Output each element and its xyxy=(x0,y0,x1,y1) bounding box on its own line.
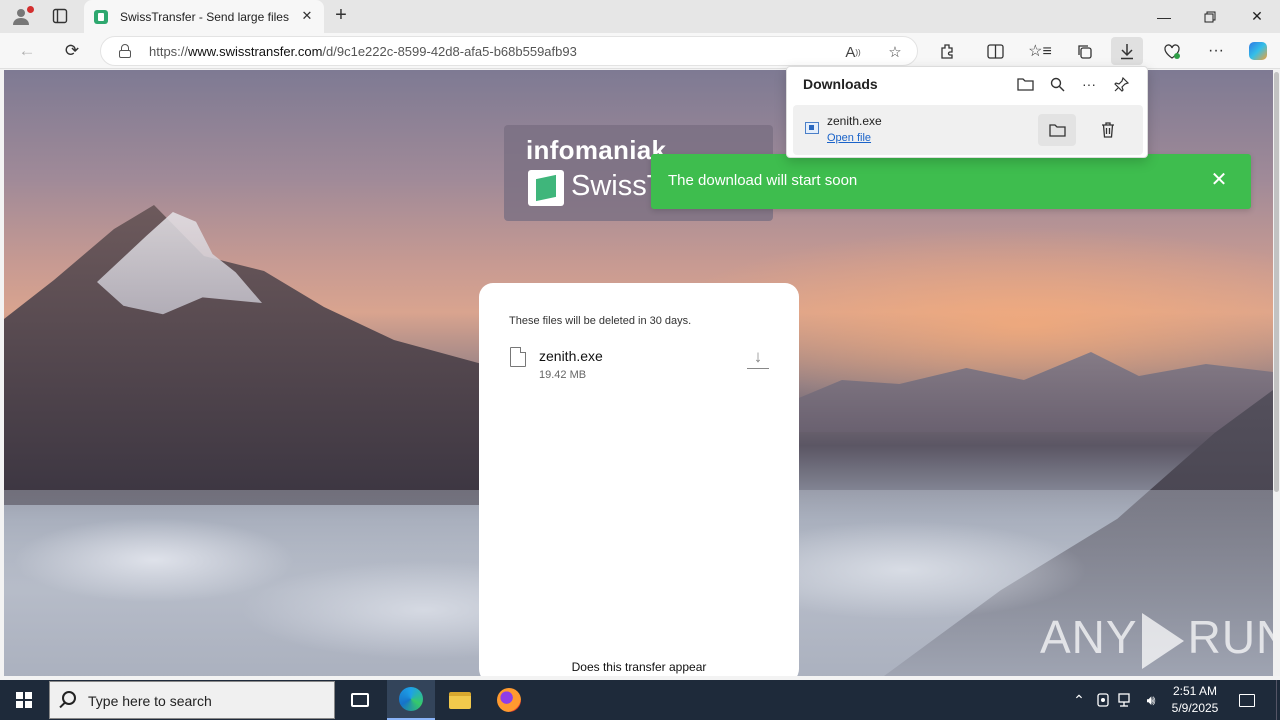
firefox-icon xyxy=(497,688,521,712)
lock-icon xyxy=(119,44,131,58)
start-button[interactable] xyxy=(0,680,48,720)
file-size: 19.42 MB xyxy=(539,369,587,381)
taskbar: Type here to search ⌃ 🔊︎ 2:51 AM 5/9/202… xyxy=(0,680,1280,720)
edge-taskbar-button[interactable] xyxy=(387,680,435,720)
favorite-star-icon[interactable]: ☆ xyxy=(883,41,907,63)
toolbar: ← ⟳ https://www.swisstransfer.com/d/9c1e… xyxy=(0,33,1280,69)
download-toast: The download will start soon ✕ xyxy=(651,154,1251,209)
new-tab-icon[interactable]: + xyxy=(328,3,354,29)
anyrun-watermark: ANYRUN xyxy=(1040,610,1273,669)
play-icon xyxy=(1141,612,1184,669)
back-arrow-icon[interactable]: ← xyxy=(12,37,42,65)
download-item[interactable]: zenith.exe Open file xyxy=(793,105,1143,155)
clock-date: 5/9/2025 xyxy=(1171,701,1219,715)
downloads-more-icon[interactable]: ··· xyxy=(1075,73,1103,95)
background-mountain xyxy=(4,205,504,505)
toast-close-icon[interactable]: ✕ xyxy=(1209,169,1229,191)
read-aloud-icon[interactable]: A)) xyxy=(841,41,865,63)
url-text[interactable]: https://www.swisstransfer.com/d/9c1e222c… xyxy=(149,44,577,59)
file-explorer-button[interactable] xyxy=(436,680,484,720)
tab-title: SwissTransfer - Send large files se xyxy=(120,9,292,24)
open-downloads-folder-icon[interactable] xyxy=(1011,73,1039,95)
network-icon[interactable] xyxy=(1116,680,1136,720)
infomaniak-logo: infomaniak xyxy=(526,135,667,165)
minimize-icon[interactable]: — xyxy=(1141,0,1187,33)
task-view-icon xyxy=(351,693,369,707)
delete-icon[interactable] xyxy=(1089,114,1127,146)
show-desktop-button[interactable] xyxy=(1276,680,1280,720)
close-window-icon[interactable]: ✕ xyxy=(1234,0,1280,33)
swisstransfer-logo-icon xyxy=(528,170,564,206)
refresh-icon[interactable]: ⟳ xyxy=(57,37,87,65)
profile-alert-dot xyxy=(27,6,34,13)
scroll-thumb[interactable] xyxy=(1274,72,1279,492)
extensions-icon[interactable] xyxy=(931,37,963,65)
split-screen-icon[interactable] xyxy=(979,37,1011,65)
system-clock[interactable]: 2:51 AM 5/9/2025 xyxy=(1164,683,1226,717)
copilot-icon xyxy=(1249,42,1267,60)
restore-icon[interactable] xyxy=(1187,0,1233,33)
search-downloads-icon[interactable] xyxy=(1043,73,1071,95)
downloads-title: Downloads xyxy=(803,76,878,92)
favorites-icon[interactable]: ☆≡ xyxy=(1024,37,1056,65)
open-file-link[interactable]: Open file xyxy=(827,132,871,144)
address-bar[interactable]: https://www.swisstransfer.com/d/9c1e222c… xyxy=(100,36,918,66)
task-view-button[interactable] xyxy=(336,680,384,720)
pin-icon[interactable] xyxy=(1107,73,1135,95)
copilot-button[interactable] xyxy=(1242,37,1274,65)
file-name: zenith.exe xyxy=(539,348,603,364)
tab-bar: SwissTransfer - Send large files se ✕ + … xyxy=(0,0,1280,33)
transfer-card: These files will be deleted in 30 days. … xyxy=(479,283,799,676)
tab-close-icon[interactable]: ✕ xyxy=(298,7,316,25)
search-placeholder: Type here to search xyxy=(88,693,212,709)
tray-chevron-icon[interactable]: ⌃ xyxy=(1069,680,1089,720)
more-menu-icon[interactable]: ··· xyxy=(1200,37,1232,65)
swisstransfer-favicon-icon xyxy=(94,9,108,24)
device-icon[interactable] xyxy=(1093,680,1113,720)
clock-time: 2:51 AM xyxy=(1172,684,1218,698)
downloads-icon[interactable] xyxy=(1111,37,1143,65)
file-download-icon[interactable]: ↓ xyxy=(747,347,769,369)
search-icon xyxy=(62,691,76,705)
notifications-button[interactable] xyxy=(1232,680,1262,720)
show-in-folder-icon[interactable] xyxy=(1038,114,1076,146)
notification-icon xyxy=(1239,693,1255,707)
taskbar-search[interactable]: Type here to search xyxy=(49,681,335,719)
page-scrollbar[interactable] xyxy=(1273,70,1280,676)
report-transfer-text: Does this transfer appear xyxy=(571,660,707,674)
collections-icon[interactable] xyxy=(1068,37,1100,65)
tab-actions-button[interactable] xyxy=(45,3,75,29)
folder-icon xyxy=(449,691,471,709)
firefox-taskbar-button[interactable] xyxy=(485,680,533,720)
edge-icon xyxy=(399,687,423,711)
volume-icon[interactable]: 🔊︎ xyxy=(1140,680,1162,720)
exe-file-icon xyxy=(805,122,819,134)
background-ridge xyxy=(794,352,1273,432)
file-icon xyxy=(510,347,526,367)
browser-essentials-icon[interactable] xyxy=(1156,37,1188,65)
downloads-panel: Downloads ··· zenith.exe Open file xyxy=(786,66,1148,158)
windows-logo-icon xyxy=(16,692,32,708)
tab-actions-icon xyxy=(52,8,68,24)
screen: SwissTransfer - Send large files se ✕ + … xyxy=(0,0,1280,720)
deletion-note: These files will be deleted in 30 days. xyxy=(509,315,692,327)
browser-tab[interactable]: SwissTransfer - Send large files se ✕ xyxy=(84,0,324,33)
download-file-name: zenith.exe xyxy=(827,114,882,128)
toast-message: The download will start soon xyxy=(668,172,858,189)
